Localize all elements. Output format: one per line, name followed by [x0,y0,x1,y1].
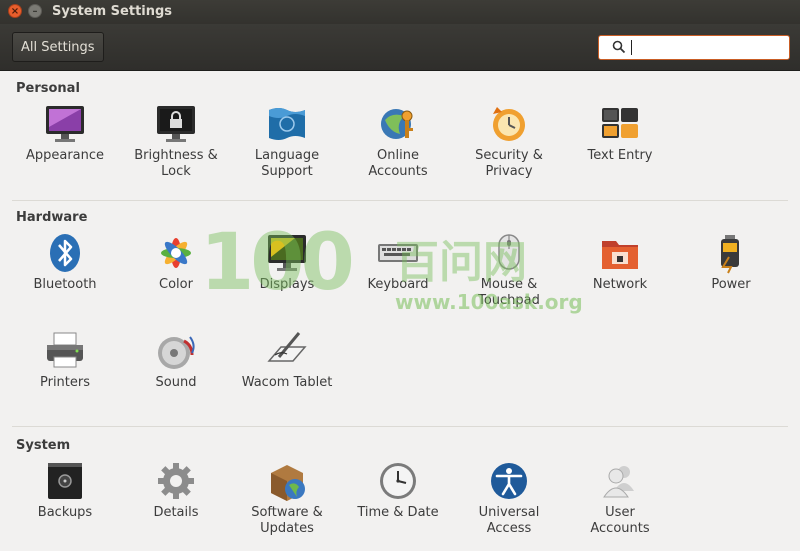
settings-item-label: Displays [259,277,315,292]
settings-item-label: Printers [39,375,91,390]
section-divider [12,426,788,427]
settings-item-label: Text Entry [587,148,653,163]
toolbar: All Settings [0,24,800,71]
text-entry-icon [598,102,642,146]
appearance-icon [43,102,87,146]
software-updates-icon [265,459,309,503]
mouse-touchpad-icon [487,231,531,275]
settings-item-label: Details [153,505,199,520]
printers-icon [43,329,87,373]
settings-item-label: Language Support [254,148,320,179]
close-window-button[interactable]: × [8,4,22,18]
backups-icon [43,459,87,503]
settings-item-label: Color [159,277,193,292]
settings-item-label: Wacom Tablet [241,375,333,390]
bluetooth-icon [43,231,87,275]
settings-item-label: Backups [37,505,93,520]
user-accounts-icon [598,459,642,503]
section-title-hardware: Hardware [16,210,88,225]
wacom-tablet-icon [265,329,309,373]
settings-item-label: Time & Date [357,505,439,520]
settings-item-label: Power [711,277,751,292]
settings-item-label: Software & Updates [251,505,323,536]
universal-access-icon [487,459,531,503]
text-cursor [631,40,632,55]
settings-item-label: Mouse & Touchpad [478,277,540,308]
section-divider [12,200,788,201]
brightness-lock-icon [154,102,198,146]
title-bar: × – System Settings [0,0,800,24]
sound-icon [154,329,198,373]
details-icon [154,459,198,503]
all-settings-button[interactable]: All Settings [12,32,104,62]
section-title-system: System [16,438,71,453]
settings-item-label: User Accounts [590,505,650,536]
minimize-window-button[interactable]: – [28,4,42,18]
online-accounts-icon [376,102,420,146]
displays-icon [265,231,309,275]
search-input[interactable] [637,38,787,59]
window-title: System Settings [52,4,173,19]
settings-item-label: Online Accounts [368,148,428,179]
search-icon [612,40,626,54]
settings-item-label: Universal Access [478,505,540,536]
network-icon [598,231,642,275]
time-date-icon [376,459,420,503]
section-title-personal: Personal [16,81,80,96]
color-icon [154,231,198,275]
keyboard-icon [376,231,420,275]
system-settings-window: × – System Settings All Settings Persona… [0,0,800,551]
security-privacy-icon [487,102,531,146]
search-box[interactable] [598,35,790,60]
power-icon [709,231,753,275]
settings-item-label: Brightness & Lock [134,148,218,179]
settings-item-label: Sound [155,375,197,390]
settings-item-label: Appearance [25,148,105,163]
settings-item-label: Bluetooth [33,277,97,292]
settings-item-label: Keyboard [367,277,429,292]
settings-item-label: Security & Privacy [475,148,543,179]
settings-item-label: Network [592,277,648,292]
language-support-icon [265,102,309,146]
